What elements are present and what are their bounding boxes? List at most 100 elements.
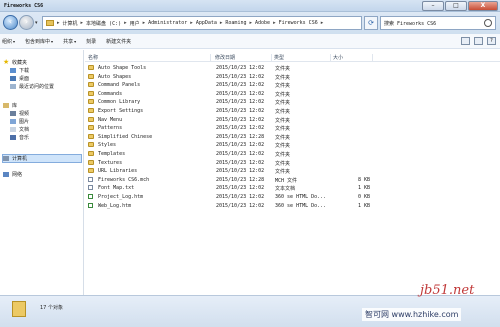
preview-pane-icon[interactable] xyxy=(474,37,483,45)
breadcrumb-separator[interactable]: ▸ xyxy=(81,20,84,26)
file-date: 2015/10/23 12:02 xyxy=(216,142,265,149)
breadcrumb-users[interactable]: 用户 xyxy=(130,20,140,27)
nav-network[interactable]: 网络 xyxy=(3,171,22,178)
nav-downloads[interactable]: 下载 xyxy=(10,67,29,74)
file-row[interactable]: Command Panels 2015/10/23 12:02 文件夹 xyxy=(85,81,500,90)
file-row[interactable]: Styles 2015/10/23 12:02 文件夹 xyxy=(85,141,500,150)
file-name: Auto Shape Tools xyxy=(98,65,147,71)
column-header-name[interactable]: 名称 xyxy=(88,54,211,62)
nav-music[interactable]: 音乐 xyxy=(10,134,29,141)
nav-documents[interactable]: 文档 xyxy=(10,126,29,133)
watermark-hzhike: 智可网 www.hzhike.com xyxy=(362,308,462,321)
file-type: 文件夹 xyxy=(275,117,291,124)
file-name: URL Libraries xyxy=(98,168,138,175)
nav-desktop[interactable]: 桌面 xyxy=(10,75,29,82)
breadcrumb-separator[interactable]: ▸ xyxy=(220,20,223,26)
organize-label: 组织 xyxy=(2,38,13,45)
address-bar[interactable]: ▸ 计算机 ▸ 本地磁盘 (C:) ▸ 用户 ▸ Administrator ▸… xyxy=(42,16,362,30)
file-row[interactable]: Nav Menu 2015/10/23 12:02 文件夹 xyxy=(85,116,500,125)
star-icon: ★ xyxy=(3,58,10,66)
new-folder-button[interactable]: 新建文件夹 xyxy=(106,38,131,45)
address-row: ‹ › ▾ ▸ 计算机 ▸ 本地磁盘 (C:) ▸ 用户 ▸ Administr… xyxy=(0,12,500,34)
file-date: 2015/10/23 12:02 xyxy=(216,82,265,89)
column-header-size[interactable]: 大小 xyxy=(333,54,373,62)
search-input[interactable]: 搜索 Fireworks CS6 xyxy=(380,16,496,30)
file-type: 文件夹 xyxy=(275,160,291,167)
breadcrumb-administrator[interactable]: Administrator xyxy=(148,20,187,26)
file-row[interactable]: Auto Shapes 2015/10/23 12:02 文件夹 xyxy=(85,73,500,82)
nav-libraries[interactable]: 库 xyxy=(3,102,17,109)
file-row[interactable]: Export Settings 2015/10/23 12:02 文件夹 xyxy=(85,107,500,116)
file-row[interactable]: Common Library 2015/10/23 12:02 文件夹 xyxy=(85,98,500,107)
breadcrumb-computer[interactable]: 计算机 xyxy=(63,20,78,27)
help-icon[interactable]: ? xyxy=(487,37,496,45)
file-date: 2015/10/23 12:02 xyxy=(216,107,265,114)
folder-icon xyxy=(88,116,94,122)
chevron-down-icon: ▾ xyxy=(51,38,54,44)
file-type: 360 se HTML Do... xyxy=(275,202,327,209)
breadcrumb-separator[interactable]: ▸ xyxy=(143,20,146,26)
folder-icon xyxy=(46,20,54,26)
folder-icon xyxy=(88,159,94,165)
search-icon[interactable] xyxy=(484,19,492,27)
breadcrumb-separator[interactable]: ▸ xyxy=(321,20,324,26)
file-date: 2015/10/23 12:28 xyxy=(216,133,265,140)
file-icon xyxy=(88,176,93,182)
column-headers: 名称 修改日期 类型 大小 xyxy=(85,52,500,62)
file-row[interactable]: Fireworks CS6.mch 2015/10/23 12:28 MCH 文件 8… xyxy=(85,176,500,185)
nav-label: 图片 xyxy=(19,119,30,125)
breadcrumb-separator[interactable]: ▸ xyxy=(124,20,127,26)
nav-label: 文档 xyxy=(19,127,30,133)
file-row[interactable]: Auto Shape Tools 2015/10/23 12:02 文件夹 xyxy=(85,64,500,73)
burn-button[interactable]: 刻录 xyxy=(86,38,96,45)
file-row[interactable]: Font Map.txt 2015/10/23 12:02 文本文档 1 KB xyxy=(85,184,500,193)
nav-recent-places[interactable]: 最近访问的位置 xyxy=(10,83,54,90)
file-row[interactable]: Simplified Chinese 2015/10/23 12:28 文件夹 xyxy=(85,133,500,142)
file-date: 2015/10/23 12:02 xyxy=(216,99,265,106)
column-header-type[interactable]: 类型 xyxy=(274,54,331,62)
breadcrumb-adobe[interactable]: Adobe xyxy=(255,20,270,26)
recent-pages-arrow[interactable]: ▾ xyxy=(35,20,38,26)
nav-pictures[interactable]: 图片 xyxy=(10,118,29,125)
breadcrumb-local-disk[interactable]: 本地磁盘 (C:) xyxy=(86,20,121,27)
refresh-button[interactable]: ⟳ xyxy=(364,16,378,30)
organize-menu[interactable]: 组织▾ xyxy=(2,38,15,45)
file-row[interactable]: Project_Log.htm 2015/10/23 12:02 360 se HT… xyxy=(85,193,500,202)
minimize-button[interactable]: – xyxy=(422,1,444,11)
breadcrumb-roaming[interactable]: Roaming xyxy=(225,20,246,26)
breadcrumb-separator[interactable]: ▸ xyxy=(57,20,60,26)
nav-videos[interactable]: 视频 xyxy=(10,110,29,117)
nav-computer[interactable]: 计算机 xyxy=(2,154,82,163)
file-row[interactable]: URL Libraries 2015/10/23 12:02 文件夹 xyxy=(85,167,500,176)
file-row[interactable]: Web_Log.htm 2015/10/23 12:02 360 se HTML D… xyxy=(85,202,500,211)
file-row[interactable]: Commands 2015/10/23 12:02 文件夹 xyxy=(85,90,500,99)
file-date: 2015/10/23 12:02 xyxy=(216,202,265,209)
breadcrumb-separator[interactable]: ▸ xyxy=(190,20,193,26)
breadcrumb-appdata[interactable]: AppData xyxy=(196,20,217,26)
nav-favorites[interactable]: ★ 收藏夹 xyxy=(3,58,27,67)
view-options-icon[interactable] xyxy=(461,37,470,45)
file-type: 文件夹 xyxy=(275,108,291,115)
video-icon xyxy=(10,111,16,116)
title-bar: Fireworks CS6 – □ X xyxy=(0,0,500,12)
file-row[interactable]: Textures 2015/10/23 12:02 文件夹 xyxy=(85,159,500,168)
forward-button[interactable]: › xyxy=(19,15,34,30)
include-in-library-menu[interactable]: 包含到库中▾ xyxy=(25,38,53,45)
file-list-pane: 名称 修改日期 类型 大小 Auto Shape Tools 2015/10/23… xyxy=(85,50,500,295)
maximize-button[interactable]: □ xyxy=(445,1,467,11)
file-row[interactable]: Patterns 2015/10/23 12:02 文件夹 xyxy=(85,124,500,133)
file-type: 文件夹 xyxy=(275,91,291,98)
breadcrumb-separator[interactable]: ▸ xyxy=(273,20,276,26)
breadcrumb-fireworks[interactable]: Fireworks CS6 xyxy=(279,20,318,26)
back-button[interactable]: ‹ xyxy=(3,15,18,30)
nav-label: 音乐 xyxy=(19,135,30,141)
file-name: Project_Log.htm xyxy=(98,193,144,200)
close-button[interactable]: X xyxy=(468,1,498,11)
nav-label: 下载 xyxy=(19,68,30,74)
file-date: 2015/10/23 12:02 xyxy=(216,159,265,166)
document-icon xyxy=(10,127,16,132)
column-header-date[interactable]: 修改日期 xyxy=(215,54,272,62)
breadcrumb-separator[interactable]: ▸ xyxy=(249,20,252,26)
file-row[interactable]: Templates 2015/10/23 12:02 文件夹 xyxy=(85,150,500,159)
share-menu[interactable]: 共享▾ xyxy=(63,38,76,45)
